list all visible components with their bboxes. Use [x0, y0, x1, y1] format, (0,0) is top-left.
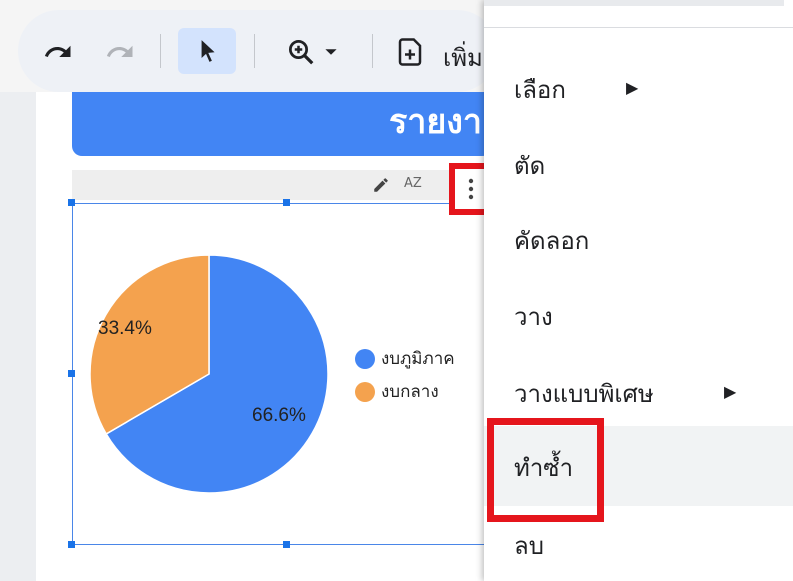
menu-item-label: ลบ [514, 532, 544, 560]
legend-label: งบกลาง [381, 382, 439, 402]
report-title-banner[interactable]: รายงา [72, 92, 492, 156]
redo-button[interactable] [100, 32, 140, 72]
menu-item-select[interactable]: เลือก ▶ [484, 56, 793, 122]
resize-handle[interactable] [68, 541, 75, 548]
select-pointer-icon [201, 40, 215, 62]
legend-item: งบกลาง [355, 378, 439, 405]
submenu-arrow-icon: ▶ [724, 382, 737, 401]
report-title: รายงา [389, 102, 482, 142]
sort-az-icon[interactable]: AZ [404, 176, 422, 191]
toolbar-separator [160, 34, 161, 68]
menu-item-paste-special[interactable]: วางแบบพิเศษ ▶ [484, 360, 793, 426]
menu-item-label: ตัด [514, 152, 546, 180]
menu-item-label: คัดลอก [514, 227, 590, 255]
submenu-arrow-icon: ▶ [626, 78, 639, 97]
pie-label-gov-central: 33.4% [98, 318, 152, 339]
resize-handle[interactable] [283, 541, 290, 548]
menu-divider [484, 27, 793, 28]
pie-label-gov-region: 66.6% [252, 405, 306, 426]
add-page-icon [398, 38, 422, 66]
menu-item-label: เลือก [514, 76, 566, 104]
editor-toolbar: เพิ่ม [18, 10, 498, 92]
resize-handle[interactable] [68, 199, 75, 206]
pie-chart [89, 254, 329, 494]
undo-icon [44, 45, 71, 57]
select-button[interactable] [178, 28, 236, 74]
pencil-icon[interactable] [372, 176, 390, 194]
app-stage: เพิ่ม รายงา AZ 33.4% 66.6% งบภูมิภาค งบก… [0, 0, 793, 581]
menu-item-copy[interactable]: คัดลอก [484, 207, 793, 273]
menu-item-label: วาง [514, 303, 553, 331]
more-vert-icon [468, 178, 474, 200]
toolbar-separator [372, 34, 373, 68]
menu-item-delete[interactable]: ลบ [484, 512, 793, 578]
redo-icon [106, 45, 133, 57]
legend-label: งบภูมิภาค [381, 349, 455, 369]
legend-swatch [355, 381, 375, 402]
add-page-button[interactable] [390, 32, 430, 72]
canvas-gutter [0, 92, 36, 581]
legend-swatch [355, 348, 375, 369]
chart-toolbar: AZ [72, 170, 488, 200]
resize-handle[interactable] [68, 370, 75, 377]
menu-item-cut[interactable]: ตัด [484, 132, 793, 198]
menu-top-edge [484, 0, 784, 6]
undo-button[interactable] [38, 32, 78, 72]
menu-item-paste[interactable]: วาง [484, 283, 793, 349]
resize-handle[interactable] [283, 199, 290, 206]
legend-item: งบภูมิภาค [355, 345, 455, 372]
chevron-down-icon [325, 49, 337, 55]
highlight-box [487, 418, 604, 522]
toolbar-separator [254, 34, 255, 68]
menu-item-label: วางแบบพิเศษ [514, 380, 654, 408]
zoom-button[interactable] [276, 32, 348, 72]
pie-chart-container[interactable] [72, 203, 492, 545]
add-label[interactable]: เพิ่ม [443, 38, 483, 77]
zoom-icon [289, 40, 314, 65]
